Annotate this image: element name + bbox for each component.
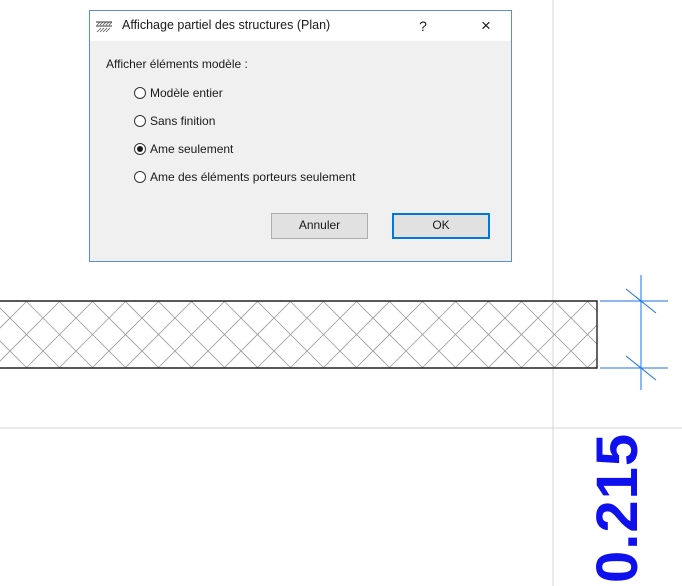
radio-label[interactable]: Ame des éléments porteurs seulement xyxy=(150,170,355,184)
partial-structure-display-dialog: Affichage partiel des structures (Plan) … xyxy=(89,10,512,262)
radio-button-selected[interactable] xyxy=(134,143,146,155)
hatched-wall[interactable] xyxy=(0,300,654,369)
partial-structure-icon xyxy=(96,19,112,33)
radio-selected-dot xyxy=(137,146,143,152)
radio-button[interactable] xyxy=(134,87,146,99)
radio-label[interactable]: Modèle entier xyxy=(150,86,223,100)
radio-button[interactable] xyxy=(134,115,146,127)
radio-button[interactable] xyxy=(134,171,146,183)
display-elements-label: Afficher éléments modèle : xyxy=(106,57,248,71)
wall-outline xyxy=(0,300,598,369)
dimension-line[interactable] xyxy=(600,275,668,390)
help-button[interactable]: ? xyxy=(412,16,434,36)
dimension-value-text[interactable]: 0.215 xyxy=(585,433,650,583)
close-button[interactable]: × xyxy=(474,16,498,36)
dialog-titlebar[interactable]: Affichage partiel des structures (Plan) … xyxy=(90,11,511,41)
cancel-button[interactable]: Annuler xyxy=(271,213,368,239)
wall-hatch-pattern xyxy=(0,301,597,368)
ok-button[interactable]: OK xyxy=(392,213,490,239)
dialog-title: Affichage partiel des structures (Plan) xyxy=(122,18,331,32)
radio-label[interactable]: Sans finition xyxy=(150,114,215,128)
radio-label[interactable]: Ame seulement xyxy=(150,142,233,156)
